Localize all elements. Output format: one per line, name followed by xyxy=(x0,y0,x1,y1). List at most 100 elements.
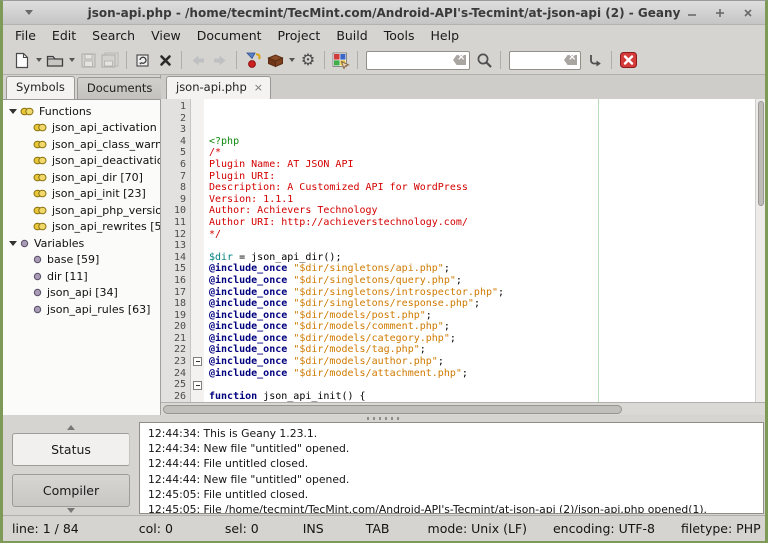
symbol-item[interactable]: json_api_init [23] xyxy=(3,186,160,203)
new-file-dropdown[interactable] xyxy=(33,48,44,72)
symbol-item[interactable]: json_api_class_warning [41] xyxy=(3,136,160,153)
document-tab[interactable]: json-api.php × xyxy=(166,76,271,99)
code-line: @include_once "$dir/models/author.php"; xyxy=(209,356,755,368)
goto-line-entry[interactable] xyxy=(509,51,581,70)
sidebar-tab-symbols[interactable]: Symbols xyxy=(6,76,75,99)
method-icon xyxy=(33,206,47,215)
quit-button[interactable] xyxy=(617,48,639,72)
jump-arrow-icon xyxy=(587,53,603,68)
menu-tools[interactable]: Tools xyxy=(376,26,423,45)
color-chooser-button[interactable] xyxy=(330,48,352,72)
method-icon xyxy=(33,123,47,132)
revert-button[interactable] xyxy=(132,48,154,72)
menu-document[interactable]: Document xyxy=(189,26,270,45)
expander-icon xyxy=(9,241,17,250)
long-line-marker xyxy=(598,99,599,402)
goto-line-button[interactable] xyxy=(584,48,606,72)
execute-button[interactable]: ⚙ xyxy=(297,48,319,72)
symbol-item[interactable]: json_api_activation [45] xyxy=(3,120,160,137)
code-line: function json_api_init() { xyxy=(209,391,755,402)
fold-margin[interactable] xyxy=(191,99,204,402)
editor-horizontal-scrollbar[interactable] xyxy=(161,402,765,415)
method-icon xyxy=(33,222,47,231)
code-line: @include_once "$dir/singletons/query.php… xyxy=(209,275,755,287)
code-line: Author URI: http://achieverstechnology.c… xyxy=(209,217,755,229)
status-segment: line: 1 / 84 xyxy=(12,521,79,536)
status-segment: INS xyxy=(303,521,324,536)
title-bar: json-api.php - /home/tecmint/TecMint.com… xyxy=(3,1,765,25)
variable-icon xyxy=(33,255,42,264)
save-all-icon xyxy=(101,52,119,68)
symbol-item[interactable]: dir [11] xyxy=(3,268,160,285)
toolbar: ⚙ xyxy=(3,46,765,75)
status-segment: TAB xyxy=(366,521,390,536)
menu-file[interactable]: File xyxy=(7,26,44,45)
build-button[interactable] xyxy=(264,48,286,72)
menu-search[interactable]: Search xyxy=(84,26,143,45)
close-file-icon xyxy=(159,54,172,67)
save-all-button[interactable] xyxy=(99,48,121,72)
code-line: @include_once "$dir/singletons/response.… xyxy=(209,298,755,310)
expander-icon xyxy=(9,109,17,118)
new-file-button[interactable] xyxy=(11,48,33,72)
sidebar-tabs: SymbolsDocuments xyxy=(3,75,160,99)
code-line: $dir = json_api_dir(); xyxy=(209,252,755,264)
menu-edit[interactable]: Edit xyxy=(44,26,84,45)
forward-arrow-icon xyxy=(212,54,228,67)
close-button[interactable] xyxy=(741,6,755,20)
menu-build[interactable]: Build xyxy=(328,26,375,45)
code-line xyxy=(209,379,755,391)
code-line: @include_once "$dir/singletons/introspec… xyxy=(209,287,755,299)
splitter-grip-icon xyxy=(367,417,401,420)
navigate-forward-button[interactable] xyxy=(209,48,231,72)
sidebar-tab-documents[interactable]: Documents xyxy=(77,77,163,99)
symbol-item[interactable]: json_api [34] xyxy=(3,285,160,302)
panel-tab-compiler[interactable]: Compiler xyxy=(12,474,130,507)
fold-marker-icon[interactable] xyxy=(193,357,202,366)
symbol-item[interactable]: json_api_dir [70] xyxy=(3,169,160,186)
code-line: Plugin Name: AT JSON API xyxy=(209,159,755,171)
method-icon xyxy=(33,173,47,182)
build-dropdown[interactable] xyxy=(286,48,297,72)
search-entry[interactable] xyxy=(366,51,470,70)
variable-icon xyxy=(33,305,42,314)
symbol-item[interactable]: json_api_php_version_warnin xyxy=(3,202,160,219)
tab-close-icon[interactable]: × xyxy=(254,83,263,92)
symbol-item[interactable]: base [59] xyxy=(3,252,160,269)
panel-tab-status[interactable]: Status xyxy=(12,433,130,466)
log-line: 12:44:44: New file "untitled" opened. xyxy=(148,472,763,487)
tabs-scroll-up[interactable] xyxy=(6,421,136,430)
status-segment: filetype: PHP xyxy=(681,521,761,536)
symbol-item[interactable]: json_api_rules [63] xyxy=(3,301,160,318)
symbol-group[interactable]: Functions xyxy=(3,103,160,120)
open-file-button[interactable] xyxy=(44,48,66,72)
open-folder-icon xyxy=(46,53,64,68)
code-line: @include_once "$dir/models/category.php"… xyxy=(209,333,755,345)
code-editor[interactable]: 1234567891011121314151617181920212223242… xyxy=(161,99,765,402)
symbol-item[interactable]: json_api_rewrites [58] xyxy=(3,219,160,236)
code-area[interactable]: <?php/*Plugin Name: AT JSON APIPlugin UR… xyxy=(204,99,755,402)
open-file-dropdown[interactable] xyxy=(66,48,77,72)
build-brick-icon xyxy=(266,53,285,68)
save-icon xyxy=(81,53,96,68)
navigate-back-button[interactable] xyxy=(187,48,209,72)
variable-icon xyxy=(33,288,42,297)
search-button[interactable] xyxy=(473,48,495,72)
minimize-button[interactable] xyxy=(685,6,699,20)
fold-marker-icon[interactable] xyxy=(193,381,202,390)
symbol-item[interactable]: json_api_deactivation [52] xyxy=(3,153,160,170)
menu-view[interactable]: View xyxy=(143,26,189,45)
new-file-icon xyxy=(15,52,29,69)
revert-icon xyxy=(135,53,151,68)
log-line: 12:45:05: File untitled closed. xyxy=(148,487,763,502)
compile-button[interactable] xyxy=(242,48,264,72)
editor-vertical-scrollbar[interactable] xyxy=(755,99,765,402)
menu-project[interactable]: Project xyxy=(270,26,329,45)
maximize-button[interactable] xyxy=(713,6,727,20)
document-tab-bar: json-api.php × xyxy=(161,75,765,99)
save-button[interactable] xyxy=(77,48,99,72)
line-number-gutter: 1234567891011121314151617181920212223242… xyxy=(161,99,191,402)
menu-help[interactable]: Help xyxy=(423,26,468,45)
symbol-group[interactable]: Variables xyxy=(3,235,160,252)
close-file-button[interactable] xyxy=(154,48,176,72)
